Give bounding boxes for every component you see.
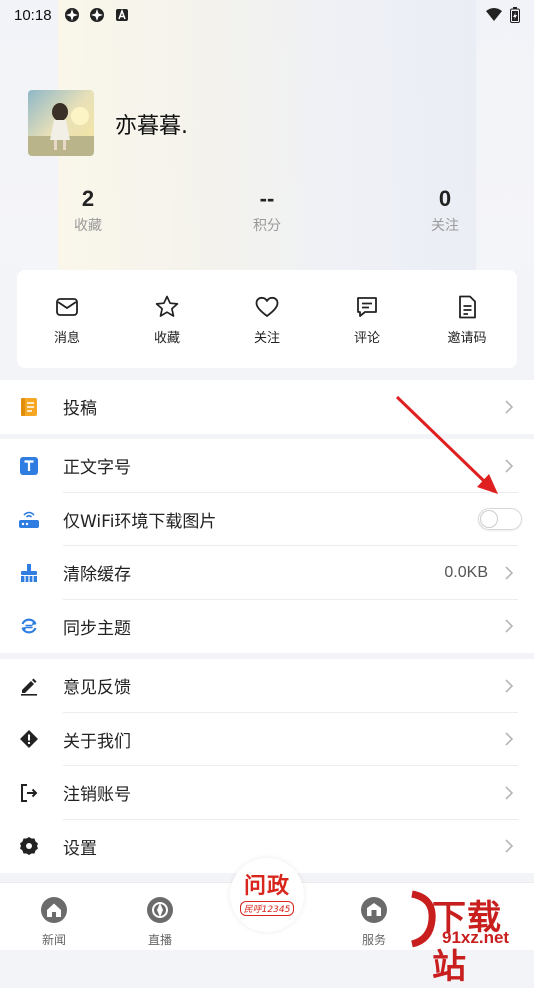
- chevron-right-icon: [505, 566, 514, 580]
- menu-item-label: 仅WiFi环境下载图片: [63, 511, 217, 532]
- tab-label: 服务: [361, 933, 386, 947]
- menu-group-account: 意见反馈 关于我们 注销账号 设置: [0, 659, 534, 873]
- menu-group-contribute: 投稿: [0, 380, 534, 434]
- tab-service[interactable]: 服务: [344, 895, 404, 948]
- menu-item-label: 正文字号: [63, 458, 131, 479]
- wifi-signal-icon: [486, 8, 502, 21]
- menu-item-sync-theme[interactable]: 同步主题: [0, 600, 534, 654]
- heart-icon: [255, 296, 279, 317]
- stat-following-value: 0: [438, 186, 452, 211]
- tab-wenzheng-center-button[interactable]: 问政 民呼12345: [230, 858, 304, 932]
- menu-item-label: 同步主题: [63, 618, 131, 639]
- tab-news[interactable]: 新闻: [24, 895, 84, 948]
- notification-a-icon: [115, 8, 128, 21]
- document-icon: [459, 295, 476, 319]
- watermark-url: 91xz.net: [442, 928, 510, 947]
- menu-item-clear-cache[interactable]: 清除缓存 0.0KB: [0, 546, 534, 600]
- battery-icon: [510, 7, 520, 23]
- quick-action-label: 评论: [353, 331, 380, 346]
- username[interactable]: 亦暮暮.: [115, 108, 188, 140]
- menu-item-feedback[interactable]: 意见反馈: [0, 659, 534, 713]
- sync-icon: [18, 615, 40, 637]
- menu-item-logout[interactable]: 注销账号: [0, 766, 534, 820]
- avatar[interactable]: [28, 90, 94, 156]
- home-icon: [41, 897, 67, 923]
- broom-icon: [18, 562, 40, 584]
- menu-item-about[interactable]: 关于我们: [0, 713, 534, 766]
- quick-action-label: 收藏: [153, 331, 180, 346]
- notification-app-icon: [64, 8, 79, 22]
- gear-icon: [18, 835, 40, 857]
- menu-item-label: 设置: [63, 838, 97, 859]
- menu-item-label: 清除缓存: [63, 565, 131, 586]
- chevron-right-icon: [505, 679, 514, 693]
- stat-favorites[interactable]: 2 收藏: [38, 186, 138, 235]
- stat-favorites-label: 收藏: [74, 218, 102, 234]
- quick-action-label: 邀请码: [447, 331, 487, 346]
- center-button-subtitle: 民呼12345: [239, 900, 295, 916]
- stat-following-label: 关注: [431, 218, 459, 234]
- center-button-title: 问政: [243, 873, 290, 899]
- chevron-right-icon: [505, 459, 514, 473]
- menu-item-label: 意见反馈: [63, 678, 131, 699]
- menu-group-display: 正文字号 仅WiFi环境下载图片 清除缓存 0.0KB 同步主题: [0, 439, 534, 653]
- pencil-icon: [18, 675, 40, 697]
- menu-item-font-size[interactable]: 正文字号: [0, 439, 534, 493]
- menu-item-label: 关于我们: [63, 731, 131, 752]
- site-watermark: 下载站 91xz.net: [408, 888, 534, 987]
- notebook-icon: [18, 396, 40, 418]
- toggle-knob: [480, 510, 498, 529]
- star-icon: [155, 295, 179, 317]
- mail-icon: [56, 298, 78, 316]
- cache-size-value: 0.0KB: [444, 563, 488, 581]
- text-size-icon: [18, 455, 40, 477]
- quick-action-following[interactable]: 关注: [217, 270, 317, 368]
- menu-item-label: 注销账号: [63, 785, 131, 806]
- menu-item-label: 投稿: [63, 399, 97, 420]
- quick-action-label: 关注: [253, 331, 280, 346]
- menu-item-wifi-images: 仅WiFi环境下载图片: [0, 493, 534, 546]
- quick-action-invite-code[interactable]: 邀请码: [417, 270, 517, 368]
- quick-action-messages[interactable]: 消息: [17, 270, 117, 368]
- stat-points[interactable]: -- 积分: [217, 186, 317, 235]
- stat-points-value: --: [259, 186, 275, 211]
- stat-following[interactable]: 0 关注: [395, 186, 495, 235]
- chevron-right-icon: [505, 732, 514, 746]
- chevron-right-icon: [505, 786, 514, 800]
- router-icon: [18, 508, 40, 530]
- status-time: 10:18: [14, 6, 52, 24]
- quick-actions-card: 消息 收藏 关注 评论 邀请码: [17, 270, 517, 368]
- stat-favorites-value: 2: [81, 186, 95, 211]
- tab-label: 新闻: [41, 933, 66, 947]
- live-icon: [147, 897, 173, 923]
- menu-item-contribute[interactable]: 投稿: [0, 380, 534, 434]
- chevron-right-icon: [505, 839, 514, 853]
- diamond-info-icon: [18, 728, 40, 750]
- wifi-images-toggle[interactable]: [478, 508, 522, 531]
- logout-icon: [18, 782, 40, 804]
- avatar-image: [28, 90, 94, 156]
- quick-action-comments[interactable]: 评论: [317, 270, 417, 368]
- quick-action-favorites[interactable]: 收藏: [117, 270, 217, 368]
- profile-stats: 2 收藏 -- 积分 0 关注: [0, 186, 534, 236]
- notification-app-icon: [89, 8, 104, 22]
- service-icon: [361, 897, 387, 923]
- comment-icon: [357, 297, 377, 317]
- chevron-right-icon: [505, 619, 514, 633]
- quick-action-label: 消息: [53, 331, 80, 346]
- tab-live[interactable]: 直播: [130, 895, 190, 948]
- status-bar: 10:18: [0, 0, 534, 30]
- stat-points-label: 积分: [253, 218, 281, 234]
- chevron-right-icon: [505, 400, 514, 414]
- tab-label: 直播: [147, 933, 172, 947]
